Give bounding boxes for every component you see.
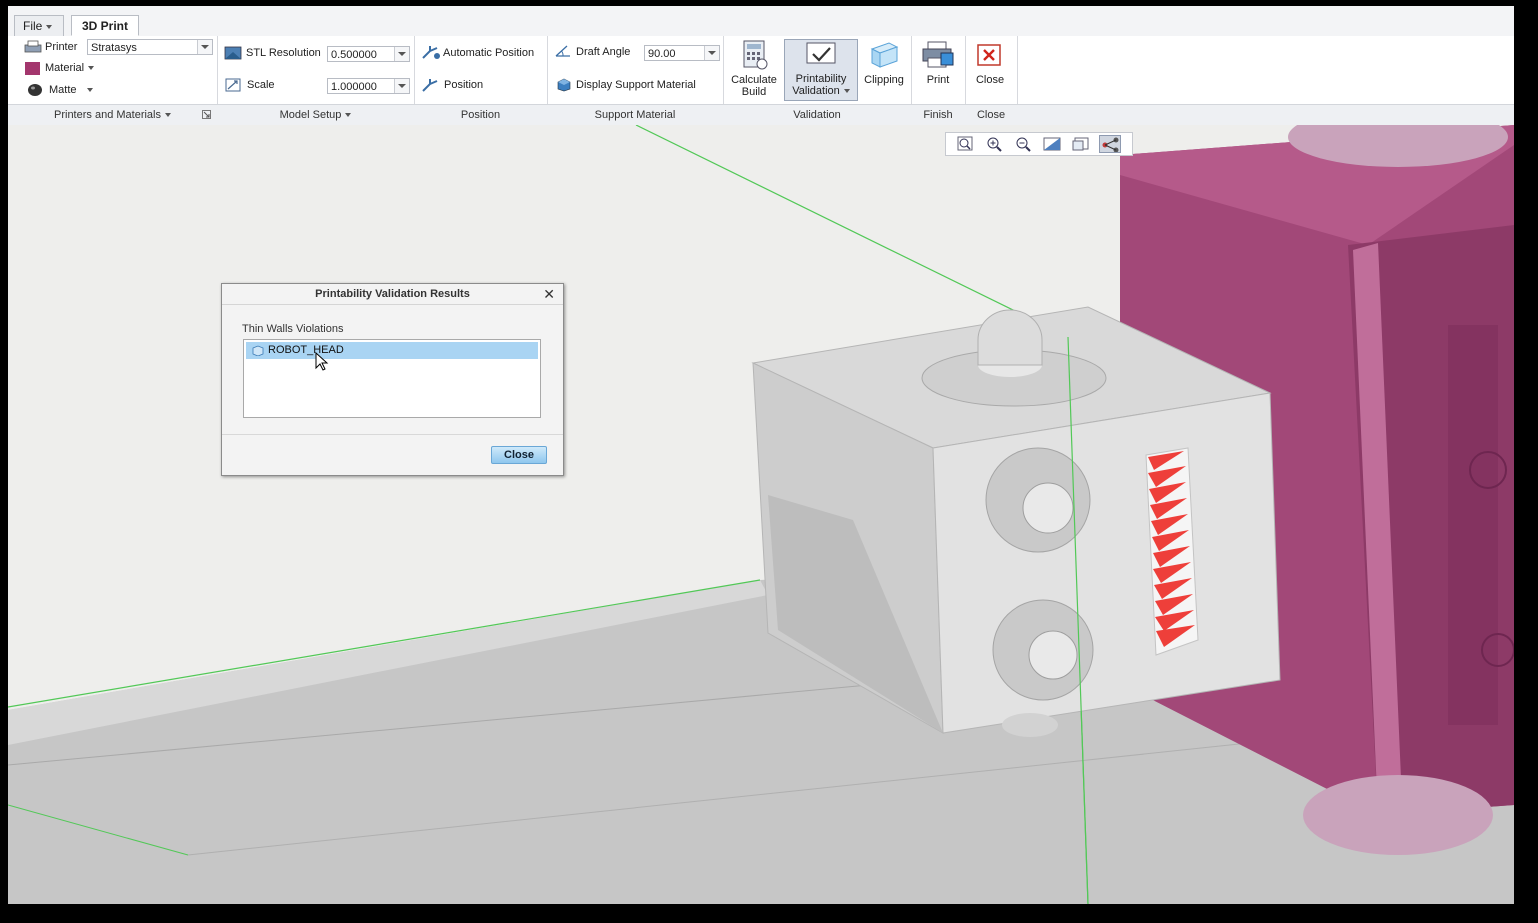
saved-views-icon[interactable] xyxy=(1070,135,1092,153)
dialog-title: Printability Validation Results xyxy=(222,284,563,305)
support-material-icon xyxy=(557,78,571,92)
printability-check-icon xyxy=(806,42,836,64)
chevron-down-icon xyxy=(88,66,95,71)
chevron-down-icon xyxy=(197,40,212,54)
print-button[interactable]: Print xyxy=(913,39,963,101)
dialog-launcher-icon[interactable] xyxy=(202,110,211,119)
scale-value: 1.000000 xyxy=(331,81,377,93)
printability-label: Printability xyxy=(795,73,847,85)
build-label: Build xyxy=(741,86,767,98)
model-setup-group-label: Model Setup xyxy=(279,109,342,121)
close-ribbon-button[interactable]: Close xyxy=(967,39,1013,101)
chevron-down-icon xyxy=(394,79,409,93)
material-label: Material xyxy=(45,62,85,74)
draft-angle-label: Draft Angle xyxy=(576,46,631,58)
printer-value: Stratasys xyxy=(91,42,137,54)
group-validation: Validation xyxy=(793,109,841,121)
build-frame-line xyxy=(635,125,1069,338)
printer-select[interactable]: Stratasys xyxy=(87,39,213,55)
scale-input[interactable]: 1.000000 xyxy=(327,78,410,94)
printability-validation-button[interactable]: Printability Validation xyxy=(784,39,858,101)
matte-finish-icon xyxy=(28,84,42,96)
close-label: Close xyxy=(975,74,1005,86)
validation-text: Validation xyxy=(792,85,840,97)
refit-icon[interactable] xyxy=(954,135,976,153)
group-support-material: Support Material xyxy=(594,109,676,121)
group-position: Position xyxy=(460,109,501,121)
position-button[interactable]: Position xyxy=(444,79,483,91)
part-icon xyxy=(252,345,264,356)
view-toolbar xyxy=(945,132,1133,156)
ribbon-tab-bar: File 3D Print xyxy=(8,6,1514,37)
violations-list[interactable]: ROBOT_HEAD xyxy=(243,339,541,418)
material-swatch-icon xyxy=(25,62,40,75)
display-style-icon[interactable] xyxy=(1099,135,1121,153)
finish-button[interactable]: Matte xyxy=(49,84,93,96)
calculate-build-button[interactable]: Calculate Build xyxy=(724,39,784,101)
chevron-down-icon xyxy=(345,113,352,118)
close-icon xyxy=(977,44,1001,66)
mouse-cursor-icon xyxy=(315,352,329,371)
tab-3d-print[interactable]: 3D Print xyxy=(71,15,139,36)
dialog-divider xyxy=(222,434,563,435)
app-window: File 3D Print Printer Stratasys Material… xyxy=(8,6,1514,904)
chevron-down-icon xyxy=(86,88,93,93)
material-button[interactable]: Material xyxy=(45,62,95,74)
chevron-down-icon xyxy=(46,24,53,29)
chevron-down-icon xyxy=(843,89,850,94)
stl-resolution-label: STL Resolution xyxy=(246,47,321,59)
print-label: Print xyxy=(926,74,950,86)
ribbon: Printer Stratasys Material Matte STL Res… xyxy=(8,36,1514,106)
print-icon xyxy=(922,41,954,68)
chevron-down-icon xyxy=(704,46,719,60)
repaint-icon[interactable] xyxy=(1041,135,1063,153)
group-close: Close xyxy=(976,109,1006,121)
clipping-button[interactable]: Clipping xyxy=(859,39,909,101)
clipping-icon xyxy=(870,42,899,68)
file-tab-label: File xyxy=(23,19,43,33)
draft-angle-icon xyxy=(555,45,570,57)
close-icon[interactable]: ✕ xyxy=(543,284,555,304)
3d-model-scene[interactable] xyxy=(8,125,1514,904)
group-finish: Finish xyxy=(923,109,953,121)
dialog-close-button[interactable]: Close xyxy=(491,446,547,464)
clipping-label: Clipping xyxy=(864,74,904,86)
printers-group-label: Printers and Materials xyxy=(54,109,161,121)
stl-resolution-value: 0.500000 xyxy=(331,49,377,61)
stl-resolution-icon xyxy=(224,46,242,60)
list-item[interactable]: ROBOT_HEAD xyxy=(246,342,538,359)
scale-icon xyxy=(225,78,241,92)
calculate-label: Calculate xyxy=(731,74,777,86)
zoom-out-icon[interactable] xyxy=(1012,135,1034,153)
stl-resolution-input[interactable]: 0.500000 xyxy=(327,46,410,62)
printability-validation-dialog: Printability Validation Results ✕ Thin W… xyxy=(221,283,564,476)
calculator-icon xyxy=(743,40,768,70)
automatic-position-icon xyxy=(422,46,440,59)
finish-label: Matte xyxy=(49,84,77,96)
position-icon xyxy=(422,79,438,92)
group-printers-and-materials[interactable]: Printers and Materials xyxy=(8,105,217,125)
display-support-material-button[interactable]: Display Support Material xyxy=(576,79,696,91)
graphics-viewport[interactable] xyxy=(8,125,1514,904)
printer-label: Printer xyxy=(45,41,78,53)
scale-label: Scale xyxy=(247,79,275,91)
validation-label: Validation xyxy=(785,85,857,97)
dialog-subtitle: Thin Walls Violations xyxy=(242,323,344,335)
draft-angle-value: 90.00 xyxy=(648,48,676,60)
zoom-in-icon[interactable] xyxy=(983,135,1005,153)
printer-icon xyxy=(24,40,42,53)
chevron-down-icon xyxy=(394,47,409,61)
draft-angle-input[interactable]: 90.00 xyxy=(644,45,720,61)
group-model-setup[interactable]: Model Setup xyxy=(217,105,414,125)
automatic-position-button[interactable]: Automatic Position xyxy=(443,47,534,59)
chevron-down-icon xyxy=(165,113,171,118)
file-menu-tab[interactable]: File xyxy=(14,15,64,36)
ribbon-group-bar: Printers and Materials Model Setup Posit… xyxy=(8,104,1514,126)
violation-item-label: ROBOT_HEAD xyxy=(268,344,344,356)
